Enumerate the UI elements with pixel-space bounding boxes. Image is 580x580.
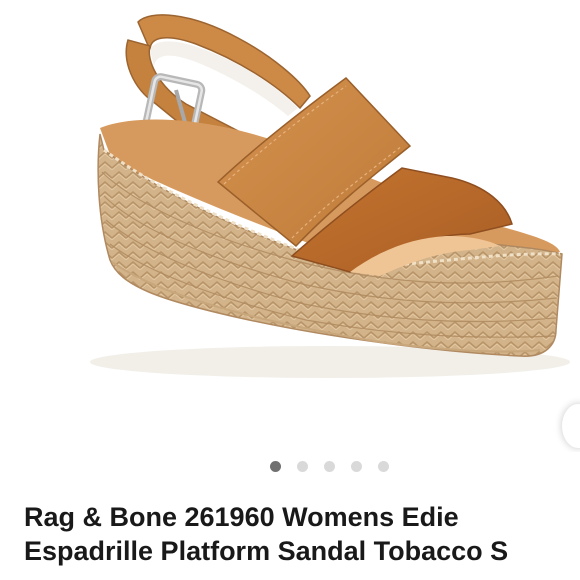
carousel-dot-5[interactable] xyxy=(378,460,389,472)
product-image[interactable] xyxy=(0,0,580,452)
product-image-carousel[interactable] xyxy=(0,0,580,452)
listing-title-line-1: Rag & Bone 261960 Womens Edie xyxy=(24,502,459,532)
carousel-dot-4[interactable] xyxy=(351,460,362,472)
carousel-dot-1[interactable] xyxy=(270,460,281,472)
listing-title-line-2: Espadrille Platform Sandal Tobacco S xyxy=(24,536,509,566)
product-listing-screen: Rag & Bone 261960 Womens Edie Espadrille… xyxy=(0,0,580,580)
carousel-dot-2[interactable] xyxy=(297,460,308,472)
listing-title: Rag & Bone 261960 Womens Edie Espadrille… xyxy=(24,500,580,568)
carousel-dot-3[interactable] xyxy=(324,460,335,472)
carousel-pagination xyxy=(270,460,389,472)
